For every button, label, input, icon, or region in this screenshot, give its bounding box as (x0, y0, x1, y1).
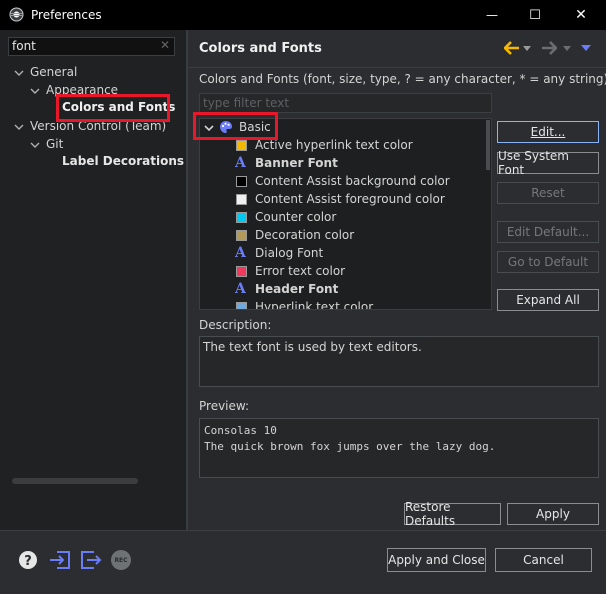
view-menu-icon[interactable] (581, 45, 591, 51)
import-icon[interactable] (49, 550, 71, 570)
tree-item-git[interactable]: Git (46, 137, 63, 151)
tree-item-error-text-color[interactable]: Error text color (200, 263, 480, 281)
expand-general-icon[interactable] (14, 68, 24, 78)
page-title: Colors and Fonts (199, 41, 322, 56)
minimize-icon: — (486, 8, 498, 22)
title-bar: Preferences — ☐ ✕ (0, 0, 606, 30)
close-button[interactable]: ✕ (561, 4, 601, 26)
highlight-basic (193, 112, 278, 140)
restore-defaults-button[interactable]: Restore Defaults (404, 500, 501, 528)
tree-item-content-assist-foreground-color[interactable]: Content Assist foreground color (200, 191, 480, 209)
page-header: Colors and Fonts (188, 30, 606, 68)
preview-line-sample: The quick brown fox jumps over the lazy … (204, 440, 496, 453)
description-label: Description: (199, 318, 272, 332)
tree-item-banner-font[interactable]: A Banner Font (200, 155, 480, 173)
maximize-icon: ☐ (529, 7, 541, 23)
tree-item-label: Content Assist background color (255, 174, 450, 188)
color-swatch-icon (236, 140, 247, 151)
minimize-button[interactable]: — (472, 4, 512, 26)
tree-item-label: Hyperlink text color (255, 300, 374, 310)
font-icon: A (235, 281, 246, 297)
edit-default-label: Edit Default... (506, 225, 590, 239)
svg-text:?: ? (24, 554, 32, 569)
tree-item-counter-color[interactable]: Counter color (200, 209, 480, 227)
expand-all-label: Expand All (516, 293, 580, 307)
description-box: The text font is used by text editors. (199, 336, 599, 387)
use-system-font-button[interactable]: Use System Font (497, 149, 599, 177)
reset-button[interactable]: Reset (497, 182, 599, 204)
expand-version-control-icon[interactable] (14, 122, 24, 132)
preview-line-font: Consolas 10 (204, 424, 277, 437)
tree-item-label: Dialog Font (255, 246, 324, 260)
tree-vertical-scrollbar[interactable] (486, 120, 490, 170)
expand-appearance-icon[interactable] (30, 86, 40, 96)
use-system-font-label: Use System Font (498, 149, 569, 177)
preview-box: Consolas 10 The quick brown fox jumps ov… (199, 418, 599, 478)
export-icon[interactable] (80, 550, 102, 570)
forward-arrow-icon[interactable] (541, 41, 557, 55)
color-swatch-icon (236, 176, 247, 187)
clear-search-icon[interactable]: ✕ (160, 38, 170, 52)
tree-item-content-assist-background-color[interactable]: Content Assist background color (200, 173, 480, 191)
apply-button[interactable]: Apply (507, 503, 599, 525)
filter-input[interactable]: type filter text (199, 93, 492, 113)
colors-and-fonts-tree[interactable]: Basic Active hyperlink text color A Banner… (199, 118, 492, 310)
tree-item-header-font[interactable]: A Header Font (200, 281, 480, 299)
color-swatch-icon (236, 266, 247, 277)
apply-and-close-label: Apply and Close (388, 553, 485, 567)
tree-item-label: Counter color (255, 210, 337, 224)
search-input-value: font (12, 39, 36, 53)
expand-git-icon[interactable] (30, 140, 40, 150)
font-icon: A (235, 155, 246, 171)
tree-item-label: Banner Font (255, 156, 338, 170)
close-icon: ✕ (575, 7, 587, 23)
reset-label: Reset (531, 186, 565, 200)
preview-label: Preview: (199, 399, 250, 413)
maximize-button[interactable]: ☐ (515, 4, 555, 26)
horizontal-scrollbar[interactable] (12, 478, 138, 484)
tree-item-label: Error text color (255, 264, 346, 278)
filter-placeholder: type filter text (203, 96, 290, 110)
cancel-label: Cancel (523, 553, 564, 567)
tree-item-label-decorations[interactable]: Label Decorations (62, 154, 184, 168)
dialog-footer: ? REC Apply and Close Cancel (0, 530, 606, 594)
tree-item-decoration-color[interactable]: Decoration color (200, 227, 480, 245)
tree-item-dialog-font[interactable]: A Dialog Font (200, 245, 480, 263)
back-arrow-icon[interactable] (504, 41, 520, 55)
page-description: Colors and Fonts (font, size, type, ? = … (199, 72, 606, 86)
edit-default-button[interactable]: Edit Default... (497, 221, 599, 243)
tree-item-label: Header Font (255, 282, 339, 296)
tree-item-label: Content Assist foreground color (255, 192, 445, 206)
record-macro-icon[interactable]: REC (111, 550, 131, 570)
expand-all-button[interactable]: Expand All (497, 289, 599, 311)
search-input[interactable]: font ✕ (8, 37, 175, 56)
tree-item-label: Decoration color (255, 228, 355, 242)
color-swatch-icon (236, 230, 247, 241)
edit-button[interactable]: Edit... (497, 121, 599, 143)
forward-history-dropdown-icon[interactable] (563, 46, 571, 51)
tree-item-general[interactable]: General (30, 65, 77, 79)
go-to-default-label: Go to Default (507, 255, 589, 269)
highlight-colors-and-fonts (56, 94, 170, 122)
color-swatch-icon (236, 194, 247, 205)
color-swatch-icon (236, 212, 247, 223)
description-text: The text font is used by text editors. (203, 340, 422, 354)
restore-defaults-label: Restore Defaults (405, 500, 456, 528)
font-icon: A (235, 245, 246, 261)
rec-label: REC (114, 556, 128, 564)
tree-item-hyperlink-text-color[interactable]: Hyperlink text color (200, 299, 480, 310)
cancel-button[interactable]: Cancel (495, 548, 592, 572)
go-to-default-button[interactable]: Go to Default (497, 251, 599, 273)
color-swatch-icon (236, 302, 247, 309)
edit-button-label: Edit... (530, 125, 566, 139)
window-title: Preferences (31, 8, 102, 22)
help-icon[interactable]: ? (18, 550, 38, 570)
apply-label: Apply (536, 507, 570, 521)
back-history-dropdown-icon[interactable] (523, 46, 531, 51)
tree-item-label: Active hyperlink text color (255, 138, 413, 152)
eclipse-app-icon (9, 7, 24, 22)
apply-and-close-button[interactable]: Apply and Close (387, 548, 486, 572)
